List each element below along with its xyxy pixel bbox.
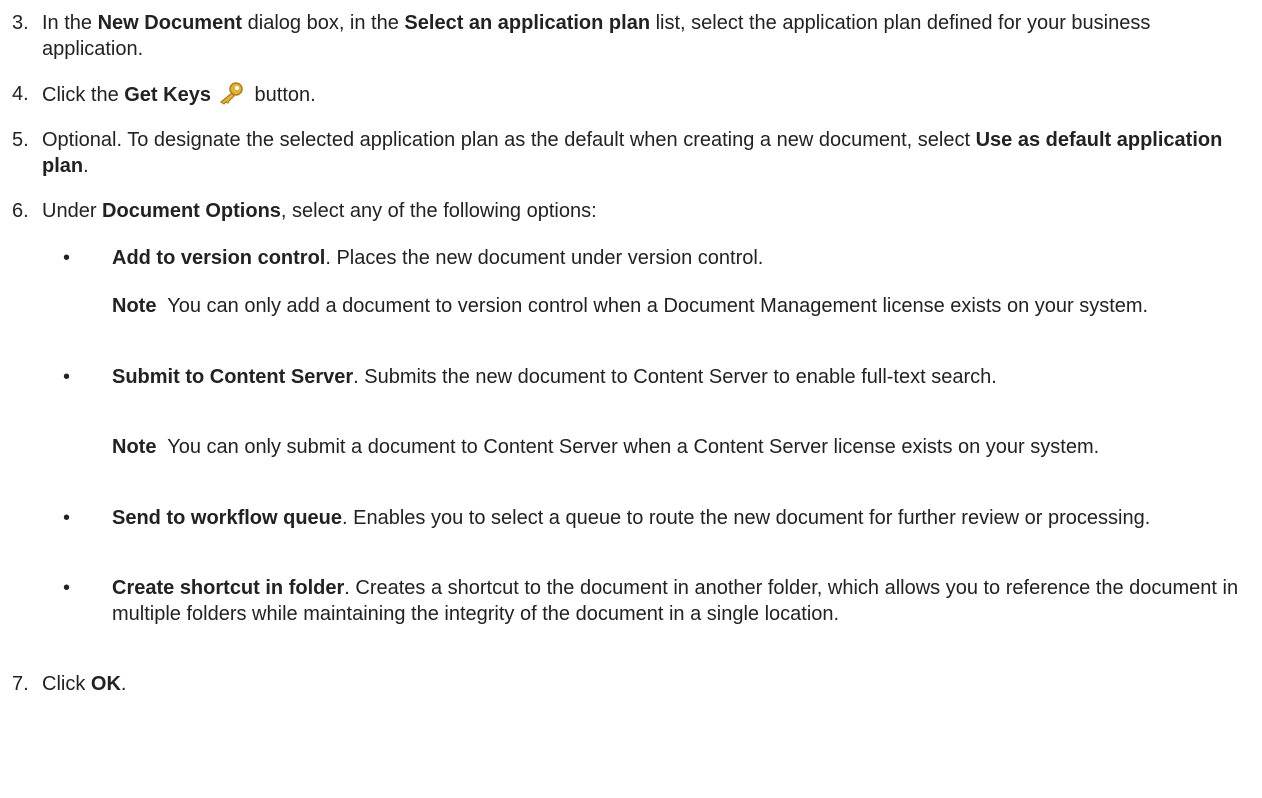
bullet: • [63,247,71,269]
option-text: Send to workflow queue. Enables you to s… [112,507,1151,529]
note-content-server: Note You can only submit a document to C… [112,436,1100,458]
bullet: • [63,577,71,599]
step-text: Click the Get Keys button. [42,81,1248,112]
list-name: Select an application plan [404,12,651,34]
option-text: Create shortcut in folder. Creates a sho… [112,577,1239,625]
option-text: Add to version control. Places the new d… [112,247,764,269]
step-number: 3. [12,12,29,34]
note-label: Note [112,295,157,317]
step-text: Under Document Options, select any of th… [42,200,597,222]
step-text: In the New Document dialog box, in the S… [42,12,1151,60]
step-number: 4. [12,83,29,105]
step-number: 6. [12,200,29,222]
button-name: OK [90,673,121,695]
option-title: Create shortcut in folder [112,577,345,599]
button-name: Get Keys [124,84,211,106]
option-title: Add to version control [112,247,326,269]
step-text: Click OK. [42,673,127,695]
section-name: Document Options [102,200,281,222]
note-label: Note [112,436,157,458]
bullet: • [63,366,71,388]
option-title: Submit to Content Server [112,366,354,388]
note-version-control: Note You can only add a document to vers… [112,295,1149,317]
step-text: Optional. To designate the selected appl… [42,129,1223,177]
key-icon [217,81,245,112]
option-text: Submit to Content Server. Submits the ne… [112,366,997,388]
option-title: Send to workflow queue [112,507,343,529]
dialog-name: New Document [97,12,243,34]
step-number: 7. [12,673,29,695]
step-number: 5. [12,129,29,151]
bullet: • [63,507,71,529]
